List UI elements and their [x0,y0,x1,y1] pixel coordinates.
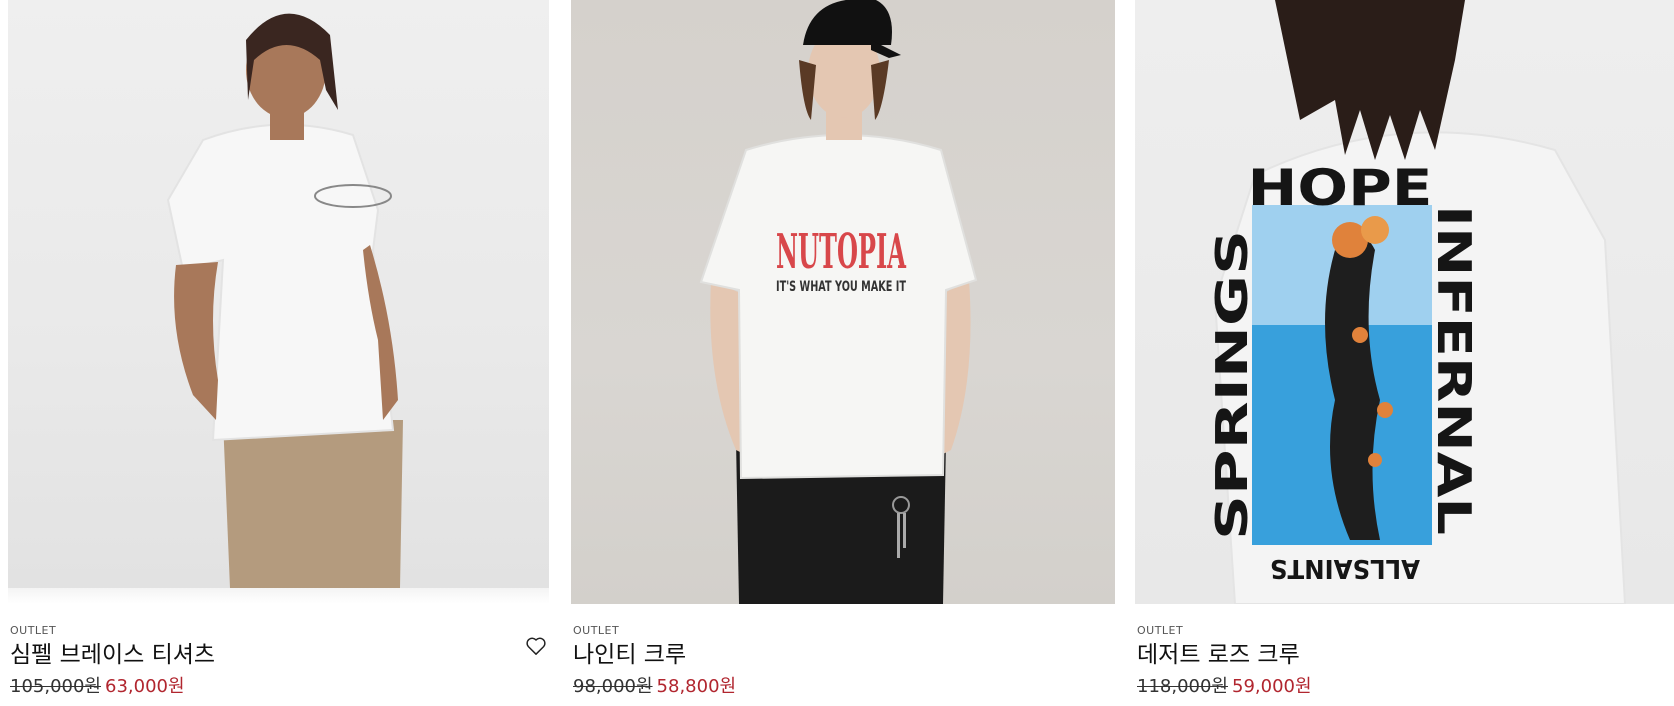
product-name[interactable]: 데저트 로즈 크루 [1137,640,1674,670]
infernal-print: INFERNAL [1427,205,1481,535]
product-name[interactable]: 나인티 크루 [573,640,1117,670]
sale-price: 59,000원 [1232,676,1312,697]
product-info: OUTLET 나인티 크루 98,000원 58,800원 [573,624,1117,700]
original-price: 118,000원 [1137,676,1228,697]
heart-outline-icon [526,637,546,655]
model-photo-illustration: NUTOPIA IT'S WHAT YOU MAKE IT [699,0,978,604]
nutopia-print-title: NUTOPIA [776,224,906,280]
outlet-badge: OUTLET [573,624,620,637]
original-price: 98,000원 [573,676,653,697]
product-price: 98,000원 58,800원 [573,674,1117,700]
model-photo-illustration: HOPE INFERNAL SPRINGS ALLSAINTS [1207,0,1627,604]
product-price: 105,000원 63,000원 [10,674,551,700]
product-card[interactable]: OUTLET 심펠 브레이스 티셔츠 105,000원 63,000원 [8,0,549,697]
product-info: OUTLET 심펠 브레이스 티셔츠 105,000원 63,000원 [10,624,551,700]
sale-price: 63,000원 [105,676,185,697]
hope-print: HOPE [1248,159,1433,217]
image-bottom-fade [8,588,549,604]
wishlist-heart-icon[interactable] [525,636,547,656]
product-name[interactable]: 심펠 브레이스 티셔츠 [10,640,551,670]
product-image[interactable]: HOPE INFERNAL SPRINGS ALLSAINTS [1135,0,1674,604]
product-info: OUTLET 데저트 로즈 크루 118,000원 59,000원 [1137,624,1674,700]
product-card[interactable]: HOPE INFERNAL SPRINGS ALLSAINTS OUTLET 데… [1135,0,1674,697]
product-card[interactable]: NUTOPIA IT'S WHAT YOU MAKE IT OUTLET 나인티… [571,0,1115,697]
product-image[interactable]: NUTOPIA IT'S WHAT YOU MAKE IT [571,0,1115,604]
product-price: 118,000원 59,000원 [1137,674,1674,700]
product-grid: OUTLET 심펠 브레이스 티셔츠 105,000원 63,000원 NUTO… [0,0,1674,706]
product-image[interactable] [8,0,549,588]
outlet-badge: OUTLET [1137,624,1184,637]
model-photo-illustration [166,13,403,588]
sale-price: 58,800원 [656,676,737,697]
outlet-badge: OUTLET [10,624,57,637]
nutopia-print-subtitle: IT'S WHAT YOU MAKE IT [776,279,906,295]
springs-print: SPRINGS [1207,230,1258,540]
original-price: 105,000원 [10,676,101,697]
allsaints-print: ALLSAINTS [1270,553,1420,583]
